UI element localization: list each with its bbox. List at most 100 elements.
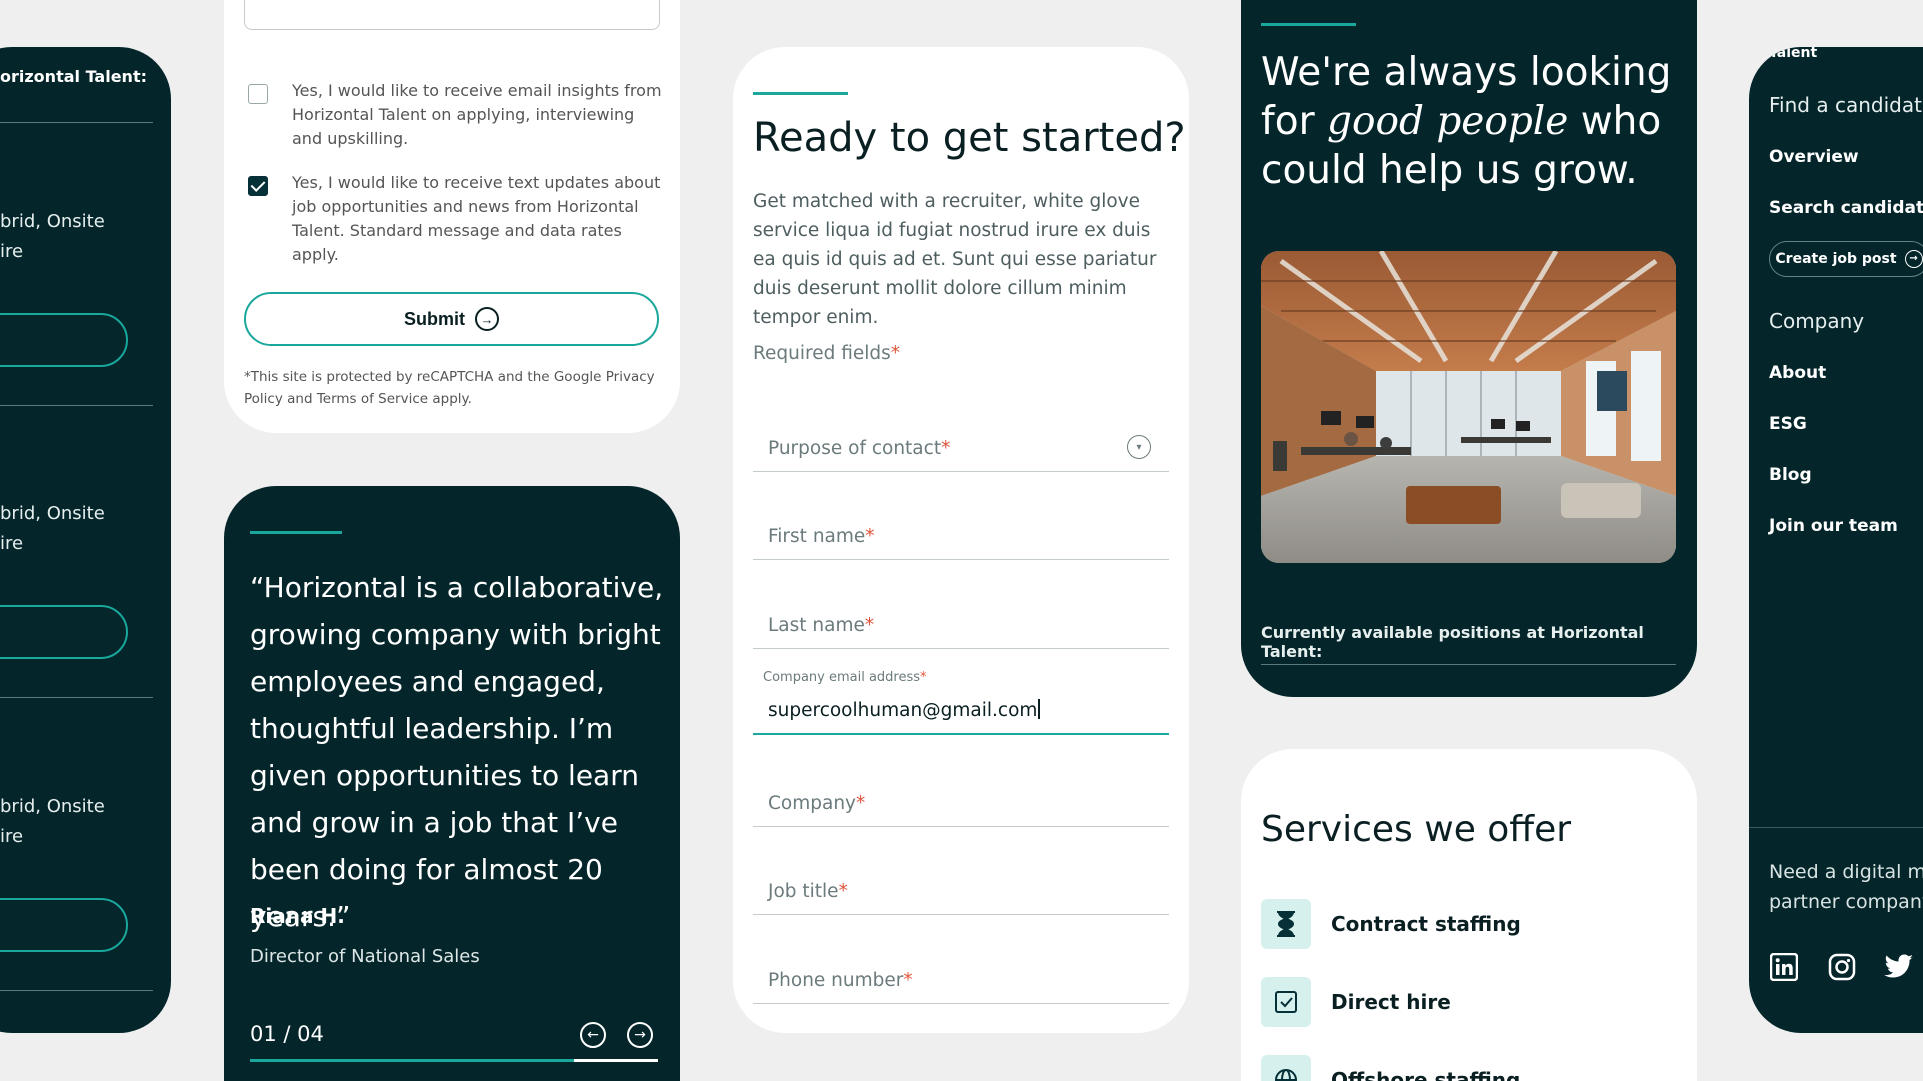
careers-title-emphasis: good people [1327, 99, 1569, 144]
services-title: Services we offer [1261, 809, 1572, 850]
job-location-text: brid, Onsite [0, 503, 105, 524]
testimonial-quote: “Horizontal is a collaborative, growing … [250, 571, 664, 933]
linkedin-icon[interactable] [1769, 952, 1799, 982]
accent-line [753, 92, 848, 95]
nav-section-label: Talent [1769, 47, 1818, 61]
service-label: Contract staffing [1331, 912, 1521, 936]
globe-icon [1261, 1055, 1311, 1081]
service-label: Direct hire [1331, 990, 1451, 1014]
contact-form-description: Get matched with a recruiter, white glov… [753, 191, 1157, 328]
email-label: Company email address* [763, 670, 927, 685]
careers-card: We're always looking for good people who… [1241, 0, 1697, 697]
nav-heading-company[interactable]: Company [1769, 309, 1864, 333]
divider [1261, 664, 1676, 665]
nav-heading-find-candidate[interactable]: Find a candidate [1769, 93, 1923, 117]
digital-partner-text: Need a digital ma partner company [1769, 861, 1923, 913]
job-title-label: Job title [768, 881, 839, 902]
progress-indicator [574, 1059, 658, 1062]
arrow-right-icon: → [1904, 250, 1923, 268]
service-label: Offshore staffing [1331, 1068, 1521, 1081]
required-asterisk: * [903, 970, 913, 991]
email-opt-in-label: Yes, I would like to receive email insig… [292, 81, 662, 148]
purpose-select[interactable]: Purpose of contact* ▾ [753, 414, 1169, 472]
nav-item-search-candidates[interactable]: Search candidates [1769, 198, 1923, 218]
last-name-field[interactable]: Last name* [753, 591, 1169, 649]
office-photo [1261, 251, 1676, 563]
company-label: Company [768, 793, 857, 814]
required-asterisk: * [864, 615, 875, 636]
instagram-icon[interactable] [1827, 952, 1857, 982]
job-type-text: ire [0, 826, 24, 847]
service-item[interactable]: Direct hire [1261, 977, 1451, 1027]
phone-field[interactable]: Phone number* [753, 946, 1169, 1004]
form-bottom-card: Yes, I would like to receive email insig… [224, 0, 680, 433]
text-opt-in-checkbox[interactable] [248, 176, 268, 196]
job-location: brid, Onsite ire [0, 792, 105, 852]
divider [0, 122, 153, 123]
purpose-placeholder: Purpose of contact* [768, 438, 950, 459]
nav-item-about[interactable]: About [1769, 363, 1826, 383]
next-button[interactable]: → [627, 1022, 653, 1048]
required-asterisk: * [838, 881, 848, 902]
required-asterisk: * [890, 343, 901, 364]
divider [0, 405, 153, 406]
email-value-text: supercoolhuman@gmail.com [768, 700, 1038, 721]
message-textarea[interactable] [244, 0, 660, 30]
first-name-placeholder: First name* [768, 526, 875, 547]
phone-label: Phone number [768, 970, 904, 991]
first-name-field[interactable]: First name* [753, 502, 1169, 560]
submit-label: Submit [404, 308, 465, 329]
company-field[interactable]: Company* [753, 769, 1169, 827]
create-job-post-label: Create job post [1775, 251, 1897, 267]
first-name-label: First name [768, 526, 866, 547]
email-field[interactable]: Company email address* supercoolhuman@gm… [753, 668, 1169, 735]
office-illustration [1261, 251, 1676, 563]
job-apply-button[interactable] [0, 605, 128, 659]
testimonial-card: “Horizontal is a collaborative, growing … [224, 486, 680, 1081]
nav-item-join-team[interactable]: Join our team [1769, 516, 1898, 536]
positions-label: Currently available positions at Horizon… [1261, 623, 1644, 661]
nav-item-esg[interactable]: ESG [1769, 414, 1807, 434]
required-asterisk: * [920, 670, 927, 685]
last-name-label: Last name [768, 615, 865, 636]
purpose-label: Purpose of contact [768, 438, 942, 459]
divider [0, 990, 153, 991]
job-type-text: ire [0, 241, 24, 262]
job-location-text: brid, Onsite [0, 796, 105, 817]
chevron-down-icon: ▾ [1127, 435, 1151, 459]
required-asterisk: * [865, 526, 875, 547]
required-asterisk: * [856, 793, 866, 814]
required-fields-note: Required fields* [753, 343, 900, 364]
nav-item-overview[interactable]: Overview [1769, 147, 1859, 167]
job-title-field[interactable]: Job title* [753, 857, 1169, 915]
previous-button[interactable]: ← [580, 1022, 606, 1048]
submit-button[interactable]: Submit → [244, 292, 659, 346]
jobs-list-card: orizontal Talent: brid, Onsite ire brid,… [0, 47, 171, 1033]
progress-track [250, 1059, 658, 1062]
arrow-left-icon: ← [587, 1027, 599, 1043]
service-item[interactable]: Offshore staffing [1261, 1055, 1520, 1081]
testimonial-pager: 01 / 04 [250, 1022, 324, 1046]
job-location-text: brid, Onsite [0, 211, 105, 232]
contact-form-title: Ready to get started? [753, 115, 1186, 161]
email-value: supercoolhuman@gmail.com [768, 699, 1040, 721]
phone-placeholder: Phone number* [768, 970, 913, 991]
create-job-post-button[interactable]: Create job post → [1769, 241, 1923, 277]
required-asterisk: * [941, 438, 951, 459]
required-fields-label: Required fields [753, 343, 891, 364]
accent-line [1261, 23, 1356, 26]
service-item[interactable]: Contract staffing [1261, 899, 1521, 949]
job-location: brid, Onsite ire [0, 207, 105, 267]
nav-item-blog[interactable]: Blog [1769, 465, 1812, 485]
arrow-right-icon: → [475, 307, 499, 331]
email-label-text: Company email address [763, 670, 921, 685]
email-opt-in-checkbox[interactable] [248, 84, 268, 104]
careers-title: We're always looking for good people who… [1261, 48, 1681, 195]
checkbox-icon [1261, 977, 1311, 1027]
nav-menu-card: Talent Find a candidate Overview Search … [1749, 47, 1923, 1033]
text-opt-in-label: Yes, I would like to receive text update… [292, 173, 661, 264]
job-apply-button[interactable] [0, 898, 128, 952]
job-apply-button[interactable] [0, 313, 128, 367]
twitter-icon[interactable] [1884, 952, 1914, 982]
testimonial-role: Director of National Sales [250, 946, 480, 967]
